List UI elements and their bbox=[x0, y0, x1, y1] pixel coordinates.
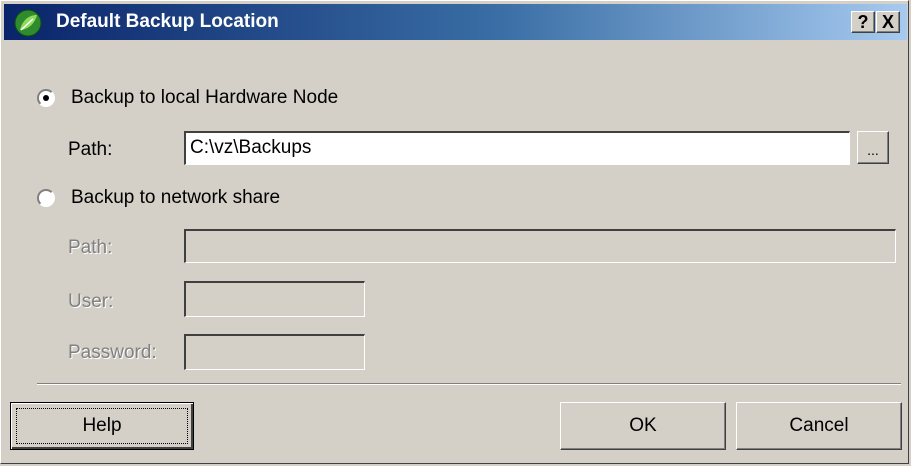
close-icon[interactable]: X bbox=[876, 11, 900, 33]
network-backup-label[interactable]: Backup to network share bbox=[71, 187, 280, 209]
dialog-title: Default Backup Location bbox=[56, 11, 279, 32]
local-path-label: Path: bbox=[68, 139, 113, 160]
cancel-button[interactable]: Cancel bbox=[736, 402, 902, 450]
network-user-label: User: bbox=[68, 291, 114, 312]
help-button[interactable]: Help bbox=[10, 402, 194, 450]
leaf-app-icon bbox=[14, 9, 42, 37]
network-path-label: Path: bbox=[68, 237, 113, 258]
cancel-button-label: Cancel bbox=[789, 415, 849, 436]
local-backup-label[interactable]: Backup to local Hardware Node bbox=[71, 87, 338, 109]
browse-button[interactable]: ... bbox=[857, 131, 889, 164]
network-password-input[interactable] bbox=[184, 334, 365, 370]
network-password-label: Password: bbox=[68, 342, 157, 363]
ok-button[interactable]: OK bbox=[560, 402, 726, 450]
help-button-label: Help bbox=[16, 408, 188, 444]
network-user-input[interactable] bbox=[184, 281, 365, 317]
dialog-window: Default Backup Location ? X Backup to lo… bbox=[0, 0, 909, 464]
network-backup-radio[interactable] bbox=[37, 189, 55, 207]
title-bar[interactable]: Default Backup Location ? X bbox=[4, 4, 907, 40]
button-separator bbox=[37, 383, 901, 385]
help-icon[interactable]: ? bbox=[851, 11, 875, 33]
local-backup-radio[interactable] bbox=[37, 89, 55, 107]
network-path-input[interactable] bbox=[184, 229, 896, 263]
ok-button-label: OK bbox=[629, 415, 657, 436]
local-path-input[interactable]: C:\vz\Backups bbox=[184, 131, 850, 165]
